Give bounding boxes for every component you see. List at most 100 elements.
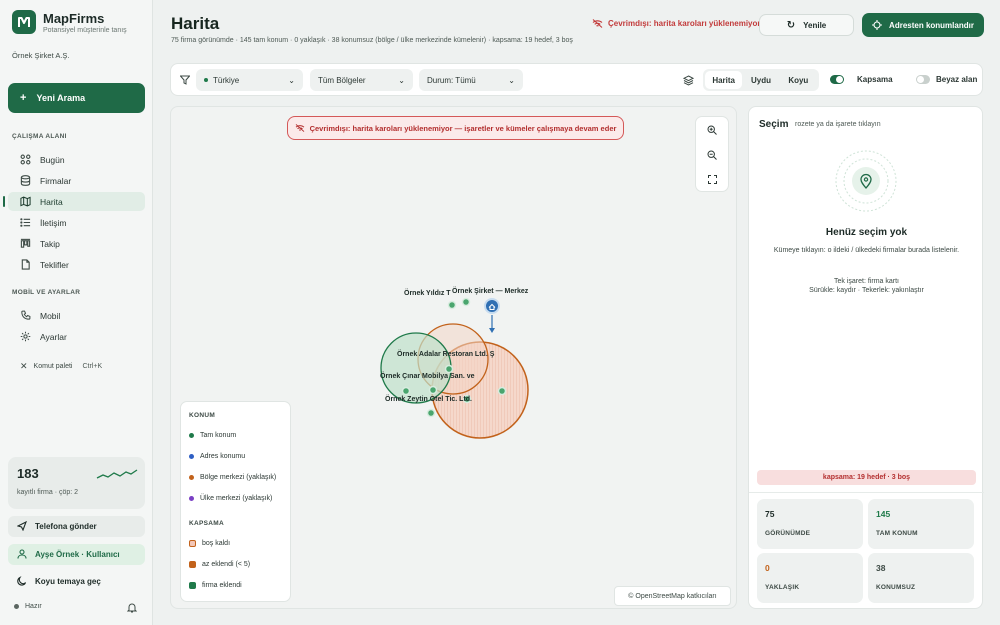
chevron-down-icon: ⌄ [288,75,295,85]
workspace-section-title: ÇALIŞMA ALANI [12,133,67,140]
crosshair-icon [872,20,883,30]
refresh-icon: ↻ [786,19,796,31]
send-to-phone-button[interactable]: Telefona gönder [8,516,145,537]
kpi-konumsuz: 38 KONUMSUZ [868,553,974,603]
map-canvas[interactable]: Örnek Yıldız T Örnek Şirket — Merkez Örn… [170,106,737,609]
legend-label: Tam konum [200,432,237,439]
wifi-off-icon [295,124,304,132]
layers-icon [683,75,694,86]
firm-marker[interactable] [428,385,438,395]
legend-label: Ülke merkezi (yaklaşık) [200,495,273,502]
firm-marker[interactable] [426,408,436,418]
legend-item: boş kaldı [189,540,230,547]
kpi-tam-konum: 145 TAM KONUM [868,499,974,549]
location-pin-icon [835,150,897,212]
send-icon [16,520,28,533]
zoom-controls [695,116,729,192]
coverage-toggle[interactable] [830,75,844,84]
legend-dot [189,433,194,438]
whitespace-toggle[interactable] [916,75,930,84]
sidebar-item-teklifler[interactable]: Teklifler [8,255,145,274]
coverage-label: Kapsama [857,75,893,84]
brand[interactable]: MapFirms Potansiyel müşterinle tanış [12,10,127,34]
basemap-uydu[interactable]: Uydu [742,71,779,89]
legend-dot [189,496,194,501]
map-legend: KONUM Tam konum Adres konumu Bölge merke… [180,401,291,602]
selection-panel: Seçim rozete ya da işarete tıklayın Henü… [748,106,984,609]
sidebar-item-takip[interactable]: Takip [8,234,145,253]
grid-icon [20,154,31,165]
country-value: Türkiye [213,75,240,85]
legend-item: firma eklendi [189,582,242,589]
user-icon [17,548,27,561]
sidebar-item-label: Teklifler [40,259,69,270]
org-name: Örnek Şirket A.Ş. [12,51,70,60]
sidebar-item-mobil[interactable]: Mobil [8,306,145,325]
saved-firms-label: kayıtlı firma · çöp: 2 [17,489,79,496]
legend-item: Tam konum [189,432,236,439]
sidebar-item-harita[interactable]: Harita [3,192,145,211]
sidebar: MapFirms Potansiyel müşterinle tanış Örn… [0,0,153,625]
app-name: MapFirms [43,10,105,26]
firm-marker[interactable] [444,364,454,374]
marker-arrow [489,328,495,333]
chevron-down-icon: ⌄ [508,75,515,85]
map-icon [20,196,31,207]
legend-item: Adres konumu [189,453,245,460]
legend-swatch [189,582,196,589]
map-attribution[interactable]: © OpenStreetMap katkıcıları [614,586,731,606]
legend-item: Ülke merkezi (yaklaşık) [189,495,272,502]
panel-title: Seçim [759,119,789,130]
kpi-value: 75 [765,509,775,519]
legend-item: Bölge merkezi (yaklaşık) [189,474,276,481]
new-search-label: Yeni Arama [36,93,86,103]
locate-from-address-button[interactable]: Adresten konumlandır [862,13,984,37]
firm-marker[interactable] [447,300,457,310]
kpi-label: KONUMSUZ [876,584,916,591]
kpi-label: GÖRÜNÜMDE [765,530,811,537]
basemap-harita[interactable]: Harita [705,71,743,89]
region-select[interactable]: Tüm Bölgeler ⌄ [310,69,413,91]
sidebar-item-ayarlar[interactable]: Ayarlar [8,327,145,346]
home-marker[interactable] [484,298,500,314]
empty-state-hint-1: Tek işaret: firma kartı [834,278,899,285]
sidebar-item-label: Takip [40,238,60,249]
send-to-phone-label: Telefona gönder [35,522,97,531]
user-label: Ayşe Örnek · Kullanıcı [35,550,120,559]
legend-label: Adres konumu [200,453,246,460]
panel-divider [749,492,984,493]
country-select[interactable]: Türkiye ⌄ [196,69,303,91]
kpi-value: 38 [876,563,886,573]
firm-marker[interactable] [401,386,411,396]
offline-warning-text: Çevrimdışı: harita karoları yüklenemiyor [608,19,761,28]
kpi-label: TAM KONUM [876,530,918,537]
map-label-yildiz: Örnek Yıldız T [404,288,451,297]
empty-state-title: Henüz seçim yok [825,227,908,238]
sidebar-item-bugun[interactable]: Bugün [8,150,145,169]
user-button[interactable]: Ayşe Örnek · Kullanıcı [8,544,145,565]
status-select[interactable]: Durum: Tümü ⌄ [419,69,523,91]
dark-mode-button[interactable]: Koyu temaya geç [8,571,145,592]
gear-icon [20,331,31,342]
map-label-cinar: Örnek Çınar Mobilya San. ve [380,371,475,380]
coverage-circle-firma[interactable] [380,332,452,404]
refresh-button[interactable]: ↻ Yenile [759,14,854,36]
list-icon [20,218,31,227]
saved-firms-count: 183 [17,466,39,481]
zoom-in-button[interactable] [696,117,728,142]
fullscreen-button[interactable] [696,167,728,192]
zoom-out-button[interactable] [696,142,728,167]
new-search-button[interactable]: + Yeni Arama [8,83,145,113]
firm-marker[interactable] [497,386,507,396]
legend-label: az eklendi (< 5) [202,561,251,568]
sidebar-item-firmalar[interactable]: Firmalar [8,171,145,190]
basemap-switch: Harita Uydu Koyu [703,69,819,91]
legend-location-title: KONUM [189,412,216,419]
legend-dot [189,475,194,480]
sidebar-item-iletisim[interactable]: İletişim [8,213,145,232]
bell-icon[interactable] [126,602,138,615]
firm-marker[interactable] [461,297,471,307]
basemap-koyu[interactable]: Koyu [780,71,817,89]
legend-swatch [189,540,196,547]
command-palette-link[interactable]: ✕ Komut paleti Ctrl+K [20,361,102,372]
